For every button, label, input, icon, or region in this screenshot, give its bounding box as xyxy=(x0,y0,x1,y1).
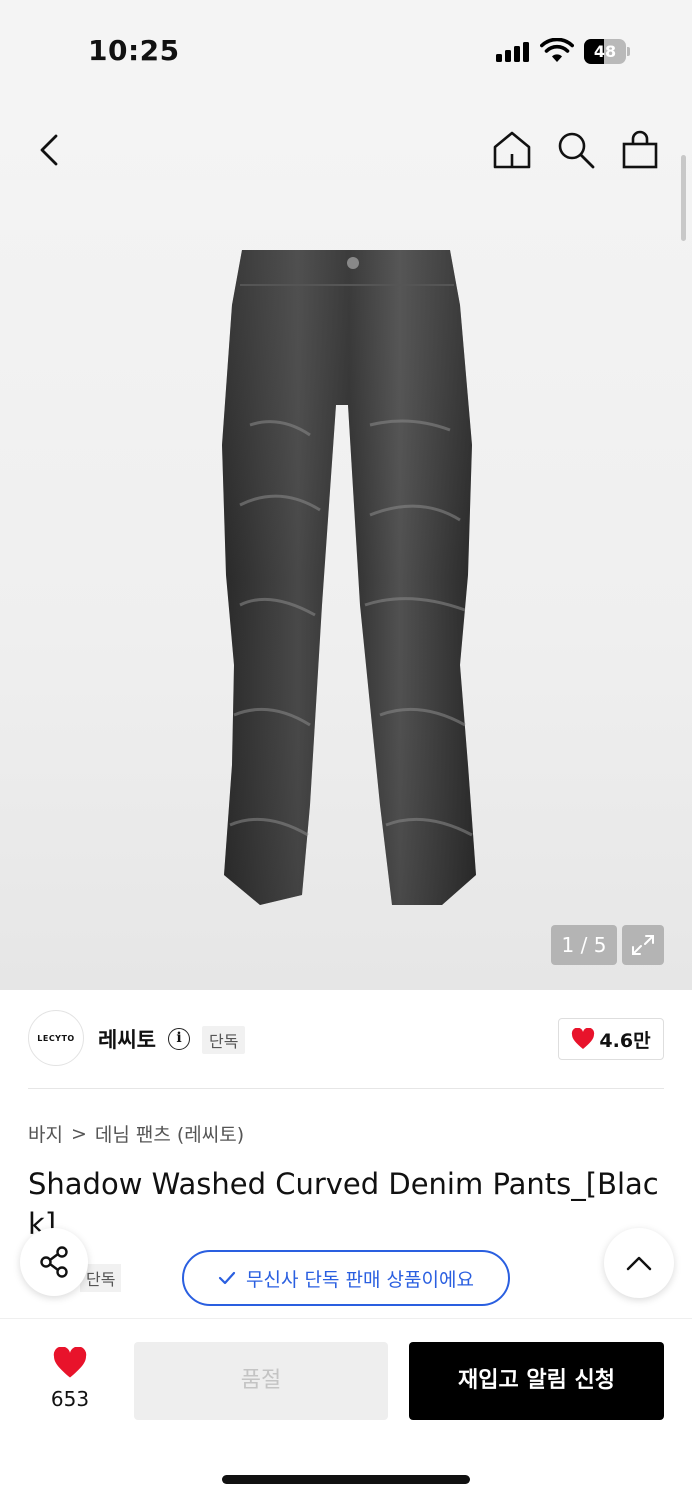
shopping-bag-icon[interactable] xyxy=(620,130,660,170)
battery-icon: 48 xyxy=(584,39,630,64)
product-title: Shadow Washed Curved Denim Pants_[Black] xyxy=(28,1167,659,1241)
wifi-icon xyxy=(540,38,574,62)
breadcrumb: 바지 > 데님 팬츠 (레씨토) xyxy=(28,1120,244,1147)
restock-alert-button[interactable]: 재입고 알림 신청 xyxy=(409,1342,664,1420)
like-count: 653 xyxy=(50,1387,90,1411)
bottom-action-bar: 653 품절 재입고 알림 신청 xyxy=(0,1318,692,1500)
chevron-left-icon[interactable] xyxy=(30,130,70,170)
brand-logo[interactable]: LECYTO xyxy=(28,1010,84,1066)
breadcrumb-category[interactable]: 바지 xyxy=(28,1120,63,1147)
product-image[interactable] xyxy=(210,245,482,910)
home-icon[interactable] xyxy=(492,130,532,170)
like-button[interactable]: 653 xyxy=(40,1346,100,1411)
checkmark-icon xyxy=(218,1271,236,1285)
product-gallery[interactable]: 1 / 5 xyxy=(0,100,692,990)
image-counter: 1 / 5 xyxy=(551,925,617,965)
divider xyxy=(28,1088,664,1089)
soldout-button: 품절 xyxy=(134,1342,388,1420)
scrollbar[interactable] xyxy=(681,155,686,241)
cellular-signal-icon xyxy=(496,42,529,62)
brand-like-count: 4.6만 xyxy=(599,1029,651,1052)
info-icon[interactable]: i xyxy=(168,1028,190,1050)
breadcrumb-subcategory[interactable]: 데님 팬츠 (레씨토) xyxy=(95,1120,244,1147)
chevron-up-icon xyxy=(626,1256,652,1271)
status-bar: 10:25 48 xyxy=(0,0,692,100)
exclusive-banner[interactable]: 무신사 단독 판매 상품이에요 xyxy=(182,1250,510,1306)
battery-level: 48 xyxy=(593,42,617,61)
expand-icon xyxy=(632,935,654,955)
expand-button[interactable] xyxy=(622,925,664,965)
share-icon xyxy=(40,1246,68,1278)
exclusive-banner-text: 무신사 단독 판매 상품이에요 xyxy=(246,1268,474,1291)
brand-like-button[interactable]: 4.6만 xyxy=(558,1018,664,1060)
share-button[interactable] xyxy=(20,1228,88,1296)
search-icon[interactable] xyxy=(556,130,596,170)
heart-icon xyxy=(572,1028,595,1049)
exclusive-tag: 단독 xyxy=(202,1026,246,1054)
brand-name[interactable]: 레씨토 xyxy=(98,1024,156,1054)
breadcrumb-separator: > xyxy=(70,1122,87,1145)
heart-icon xyxy=(53,1346,87,1378)
status-time: 10:25 xyxy=(88,34,180,67)
scroll-to-top-button[interactable] xyxy=(604,1228,674,1298)
brand-row: LECYTO 레씨토 i 단독 4.6만 xyxy=(28,1010,664,1070)
home-indicator xyxy=(222,1475,470,1484)
